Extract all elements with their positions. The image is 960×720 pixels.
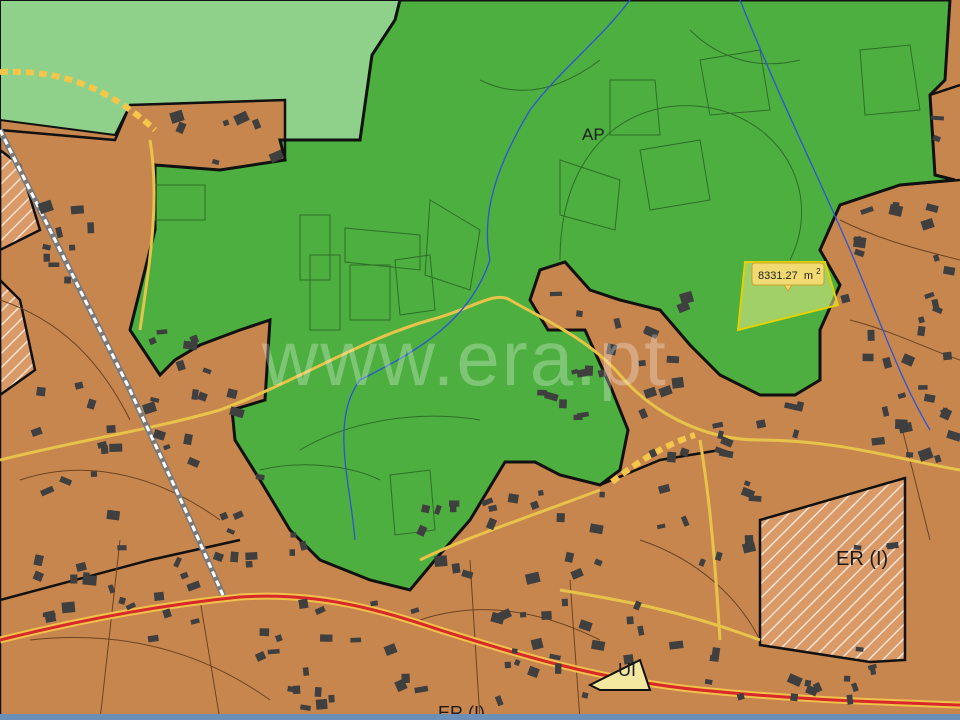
- zoning-map[interactable]: 8331.27 m 2 AP ER (I) UI ER (I) www.era.…: [0, 0, 960, 720]
- building: [82, 574, 98, 586]
- building: [401, 673, 410, 684]
- building: [319, 634, 333, 642]
- building: [48, 262, 60, 267]
- building: [871, 436, 886, 446]
- building: [537, 489, 544, 497]
- building: [90, 471, 98, 477]
- building: [350, 637, 362, 643]
- building: [289, 549, 296, 556]
- building: [892, 201, 900, 213]
- building: [918, 384, 928, 390]
- building: [117, 545, 127, 551]
- building: [230, 551, 239, 563]
- building: [556, 513, 565, 523]
- building: [843, 675, 851, 682]
- building: [554, 663, 562, 674]
- building: [44, 610, 57, 623]
- building: [790, 693, 799, 702]
- building: [804, 679, 812, 688]
- building: [511, 648, 518, 654]
- building: [36, 386, 46, 397]
- building: [666, 355, 680, 364]
- building: [626, 616, 634, 625]
- building: [561, 598, 569, 607]
- building: [64, 276, 72, 284]
- building: [290, 532, 297, 538]
- building: [315, 698, 328, 710]
- parcel-area-unit: m: [804, 270, 813, 282]
- building: [862, 353, 874, 362]
- parcel-area-exponent: 2: [816, 267, 821, 276]
- building: [867, 329, 875, 341]
- building: [894, 419, 908, 430]
- building: [917, 325, 926, 337]
- building: [599, 491, 605, 498]
- building: [942, 351, 953, 361]
- building: [153, 591, 165, 601]
- building: [504, 661, 512, 669]
- building: [852, 236, 867, 249]
- building: [434, 555, 448, 567]
- building: [669, 640, 684, 650]
- building: [70, 574, 78, 584]
- building: [541, 610, 552, 620]
- zone-label-ui: UI: [618, 660, 636, 680]
- bottom-frame: [0, 714, 960, 720]
- watermark: www.era.pt: [261, 314, 668, 402]
- building: [70, 205, 85, 215]
- building: [709, 654, 720, 662]
- svg-text:8331.27 m 2: 8331.27 m 2: [758, 267, 821, 282]
- building: [259, 628, 270, 637]
- building: [519, 611, 527, 618]
- building: [245, 552, 258, 561]
- building: [109, 443, 123, 452]
- zone-label-ap: AP: [582, 125, 605, 144]
- building: [451, 563, 461, 574]
- building: [302, 667, 310, 677]
- building: [449, 500, 460, 507]
- building: [671, 376, 685, 389]
- parcel-area-value: 8331.27: [758, 270, 798, 282]
- building: [106, 509, 121, 521]
- building: [666, 451, 677, 463]
- building: [905, 452, 914, 458]
- building: [43, 253, 50, 262]
- building: [328, 694, 335, 703]
- building: [507, 493, 520, 504]
- building: [87, 222, 95, 234]
- building: [573, 414, 583, 421]
- building: [69, 244, 76, 251]
- building: [156, 329, 168, 335]
- building: [549, 291, 563, 297]
- building: [855, 646, 864, 652]
- building: [449, 506, 457, 513]
- building: [748, 495, 762, 502]
- building: [846, 694, 854, 705]
- building: [106, 425, 116, 433]
- building: [314, 686, 322, 697]
- building: [298, 598, 309, 609]
- zone-label-er: ER (I): [836, 548, 888, 570]
- map-canvas[interactable]: 8331.27 m 2 AP ER (I) UI ER (I) www.era.…: [0, 0, 960, 720]
- building: [61, 601, 76, 614]
- building: [245, 560, 253, 568]
